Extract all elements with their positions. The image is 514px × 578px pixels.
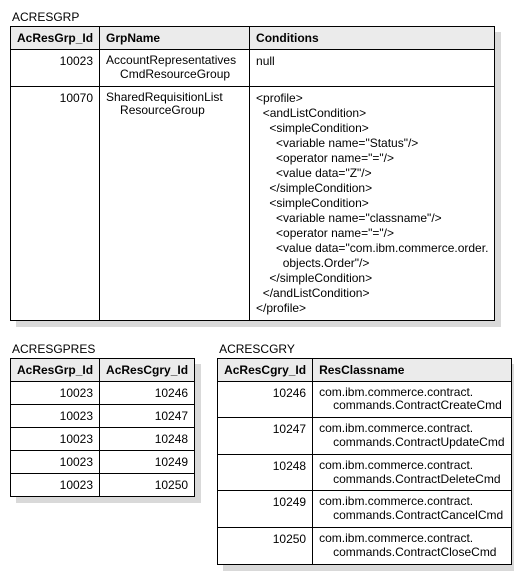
cell: 10249 [218, 491, 313, 528]
acresgrp-table-wrap: ACRESGRP AcResGrp_Id GrpName Conditions … [10, 10, 504, 324]
table-row: 10249com.ibm.commerce.contract.commands.… [218, 491, 511, 528]
text: commands.ContractDeleteCmd [319, 473, 504, 487]
text: com.ibm.commerce.contract. [319, 531, 473, 545]
cell: com.ibm.commerce.contract.commands.Contr… [313, 491, 511, 528]
cell: 10247 [218, 418, 313, 455]
table-row: 10250com.ibm.commerce.contract.commands.… [218, 527, 511, 564]
cell: 10246 [218, 381, 313, 418]
xml-line: objects.Order"/> [283, 256, 370, 270]
acrescgry-title: ACRESCGRY [219, 342, 511, 356]
table-header-row: AcResGrp_Id GrpName Conditions [11, 27, 495, 50]
xml-line: <variable name="classname"/> [276, 211, 442, 225]
table-header-row: AcResGrp_Id AcResCgry_Id [11, 358, 195, 381]
text: com.ibm.commerce.contract. [319, 385, 473, 399]
table-row: 1002310249 [11, 450, 195, 473]
cell: 10023 [11, 404, 100, 427]
cell: 10248 [100, 427, 195, 450]
cell: com.ibm.commerce.contract.commands.Contr… [313, 381, 511, 418]
text: ResourceGroup [106, 104, 243, 118]
cell: com.ibm.commerce.contract.commands.Contr… [313, 454, 511, 491]
xml-line: <operator name="="/> [276, 226, 394, 240]
cell: 10246 [100, 381, 195, 404]
cell: 10023 [11, 450, 100, 473]
col-header: Conditions [250, 27, 495, 50]
xml-line: <operator name="="/> [276, 151, 394, 165]
xml-line: <value data="com.ibm.commerce.order. [276, 241, 488, 255]
col-header: AcResGrp_Id [11, 27, 100, 50]
cell: 10247 [100, 404, 195, 427]
xml-line: </profile> [256, 301, 306, 315]
table-row: 1002310246 [11, 381, 195, 404]
text: commands.ContractUpdateCmd [319, 436, 504, 450]
text: commands.ContractCreateCmd [319, 399, 504, 413]
col-header: AcResCgry_Id [100, 358, 195, 381]
xml-line: <profile> [256, 91, 303, 105]
xml-line: <simpleCondition> [269, 121, 368, 135]
cell: 10250 [100, 473, 195, 496]
xml-line: <variable name="Status"/> [276, 136, 418, 150]
cell: 10023 [11, 381, 100, 404]
text: SharedRequisitionList [106, 90, 223, 104]
cell-id: 10070 [11, 86, 100, 320]
col-header: AcResGrp_Id [11, 358, 100, 381]
table-row: 10070 SharedRequisitionList ResourceGrou… [11, 86, 495, 320]
cell-conditions: null [250, 50, 495, 87]
cell: com.ibm.commerce.contract.commands.Contr… [313, 418, 511, 455]
acrescgry-table: AcResCgry_Id ResClassname 10246com.ibm.c… [217, 358, 511, 565]
col-header: ResClassname [313, 358, 511, 381]
cell: 10023 [11, 473, 100, 496]
xml-line: <andListCondition> [263, 106, 366, 120]
table-header-row: AcResCgry_Id ResClassname [218, 358, 511, 381]
xml-line: </andListCondition> [263, 286, 370, 300]
cell-conditions-xml: <profile> <andListCondition> <simpleCond… [250, 86, 495, 320]
table-row: 10248com.ibm.commerce.contract.commands.… [218, 454, 511, 491]
text: com.ibm.commerce.contract. [319, 494, 473, 508]
cell-grpname: SharedRequisitionList ResourceGroup [100, 86, 250, 320]
cell: 10248 [218, 454, 313, 491]
table-row: 1002310247 [11, 404, 195, 427]
cell: com.ibm.commerce.contract.commands.Contr… [313, 527, 511, 564]
col-header: GrpName [100, 27, 250, 50]
col-header: AcResCgry_Id [218, 358, 313, 381]
cell: 10023 [11, 427, 100, 450]
table-row: 1002310250 [11, 473, 195, 496]
table-row: 10247com.ibm.commerce.contract.commands.… [218, 418, 511, 455]
acresgpres-table: AcResGrp_Id AcResCgry_Id 1002310246 1002… [10, 358, 195, 497]
xml-line: </simpleCondition> [269, 271, 372, 285]
text: commands.ContractCancelCmd [319, 509, 504, 523]
acresgpres-table-wrap: ACRESGPRES AcResGrp_Id AcResCgry_Id 1002… [10, 342, 195, 500]
xml-line: <value data="Z"/> [276, 166, 372, 180]
cell-grpname: AccountRepresentatives CmdResourceGroup [100, 50, 250, 87]
text: AccountRepresentatives [106, 53, 236, 67]
text: com.ibm.commerce.contract. [319, 458, 473, 472]
text: com.ibm.commerce.contract. [319, 421, 473, 435]
cell: 10250 [218, 527, 313, 564]
acrescgry-table-wrap: ACRESCGRY AcResCgry_Id ResClassname 1024… [217, 342, 511, 568]
text: CmdResourceGroup [106, 68, 243, 82]
table-row: 1002310248 [11, 427, 195, 450]
acresgpres-title: ACRESGPRES [12, 342, 195, 356]
acresgrp-table: AcResGrp_Id GrpName Conditions 10023 Acc… [10, 26, 495, 321]
text: commands.ContractCloseCmd [319, 546, 504, 560]
acresgrp-title: ACRESGRP [12, 10, 504, 24]
table-row: 10023 AccountRepresentatives CmdResource… [11, 50, 495, 87]
xml-line: <simpleCondition> [269, 196, 368, 210]
xml-line: </simpleCondition> [269, 181, 372, 195]
cell-id: 10023 [11, 50, 100, 87]
cell: 10249 [100, 450, 195, 473]
table-row: 10246com.ibm.commerce.contract.commands.… [218, 381, 511, 418]
